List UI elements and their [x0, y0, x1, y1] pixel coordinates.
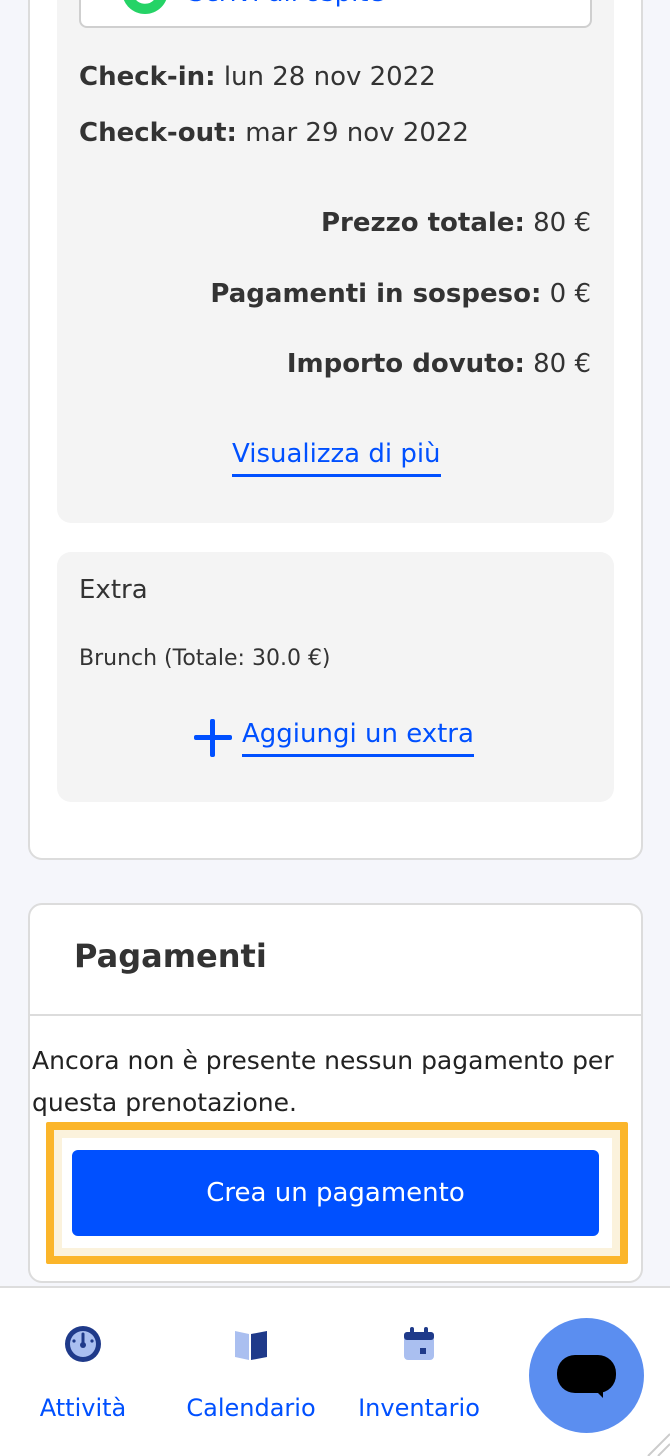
- nav-label-calendar: Calendario: [186, 1394, 316, 1422]
- amount-due-value: 80 €: [533, 349, 591, 379]
- extras-title: Extra: [79, 575, 148, 605]
- nav-label-activity: Attività: [39, 1394, 127, 1422]
- total-price-label: Prezzo totale:: [320, 208, 525, 238]
- chat-bubble-icon: [557, 1355, 616, 1393]
- extra-list-item: Brunch (Totale: 30.0 €): [79, 646, 331, 671]
- whatsapp-guest-label: Scrivi all'ospite: [188, 0, 385, 8]
- whatsapp-icon: [122, 0, 168, 14]
- dashboard-gauge-icon: [65, 1326, 101, 1362]
- checkin-label: Check-in:: [79, 62, 216, 92]
- amount-due-label: Importo dovuto:: [286, 349, 525, 379]
- calendar-icon: [404, 1327, 434, 1360]
- chat-button[interactable]: [529, 1318, 644, 1433]
- nav-item-activity[interactable]: Attività: [0, 1288, 168, 1456]
- plus-icon[interactable]: [194, 719, 232, 757]
- checkout-row: Check-out: mar 29 nov 2022: [79, 116, 469, 150]
- chat-bubble-tail: [589, 1384, 603, 1398]
- total-price-row: Prezzo totale: 80 €: [321, 206, 591, 240]
- resize-handle-icon: [647, 1433, 670, 1456]
- payments-divider: [30, 1014, 641, 1016]
- payments-title: Pagamenti: [74, 937, 267, 975]
- checkout-label: Check-out:: [79, 118, 237, 148]
- checkin-row: Check-in: lun 28 nov 2022: [79, 60, 436, 94]
- show-more-link[interactable]: Visualizza di più: [232, 438, 441, 477]
- checkin-value: lun 28 nov 2022: [223, 62, 436, 92]
- create-payment-button[interactable]: Crea un pagamento: [72, 1150, 599, 1236]
- book-icon: [235, 1331, 267, 1360]
- nav-label-inventory: Inventario: [358, 1394, 480, 1422]
- checkout-value: mar 29 nov 2022: [245, 118, 469, 148]
- pending-payments-value: 0 €: [549, 279, 591, 309]
- payments-empty-text: Ancora non è presente nessun pagamento p…: [32, 1046, 614, 1117]
- add-extra-link[interactable]: Aggiungi un extra: [242, 718, 474, 757]
- amount-due-row: Importo dovuto: 80 €: [287, 347, 591, 381]
- pending-payments-label: Pagamenti in sospeso:: [210, 279, 542, 309]
- total-price-value: 80 €: [533, 208, 591, 238]
- nav-item-inventory[interactable]: Inventario: [334, 1288, 504, 1456]
- pending-payments-row: Pagamenti in sospeso: 0 €: [210, 277, 591, 311]
- nav-item-calendar[interactable]: Calendario: [166, 1288, 336, 1456]
